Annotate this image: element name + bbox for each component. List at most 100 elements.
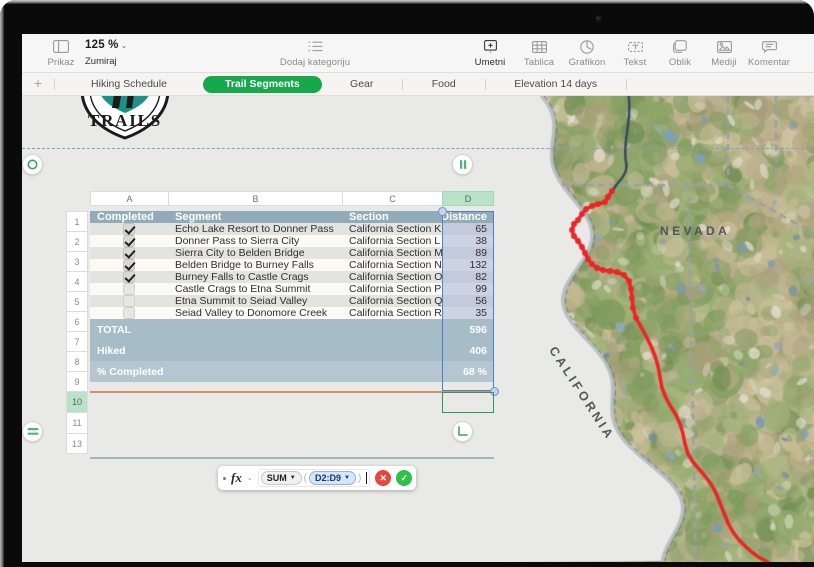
table-row[interactable]: Castle Crags to Etna Summit California S… <box>90 283 494 295</box>
summary-value-percent[interactable]: 68 % <box>442 361 494 382</box>
formula-token-function[interactable]: SUM ▼ <box>260 471 302 485</box>
trails-logo[interactable]: S C TRAILS <box>76 96 174 162</box>
toolbar-chart-button[interactable]: Grafikon <box>560 38 614 68</box>
tab-gear[interactable]: Gear <box>322 76 402 92</box>
table-row[interactable]: Donner Pass to Sierra City California Se… <box>90 235 494 247</box>
toolbar-table-button[interactable]: Tablica <box>512 38 566 68</box>
header-cell-section[interactable]: Section <box>342 211 442 223</box>
column-header-d[interactable]: D <box>442 191 494 206</box>
row-header-3[interactable]: 3 <box>66 251 88 271</box>
formula-cancel-button[interactable]: ✕ <box>375 470 392 486</box>
cell-distance[interactable]: 99 <box>442 283 494 295</box>
checkbox-completed[interactable] <box>123 247 135 259</box>
table-row[interactable]: Seiad Valley to Donomore Creek Californi… <box>90 307 494 319</box>
range-handle-bottom[interactable] <box>490 387 499 396</box>
cell-completed[interactable] <box>90 307 168 319</box>
chevron-down-icon[interactable]: ▼ <box>290 475 296 481</box>
cell-segment[interactable]: Burney Falls to Castle Crags <box>168 271 342 283</box>
chevron-down-icon[interactable]: ⌄ <box>247 474 253 482</box>
row-header-4[interactable]: 4 <box>66 271 88 291</box>
row-header-8[interactable]: 8 <box>66 351 88 371</box>
cell-section[interactable]: California Section L <box>342 235 442 247</box>
cell-completed[interactable] <box>90 259 168 271</box>
tab-hiking-schedule[interactable]: Hiking Schedule <box>55 76 203 92</box>
tab-elevation-14-days[interactable]: Elevation 14 days <box>486 76 626 92</box>
row-header-2[interactable]: 2 <box>66 231 88 251</box>
cell-segment[interactable]: Etna Summit to Seiad Valley <box>168 295 342 307</box>
cell-distance[interactable]: 132 <box>442 259 494 271</box>
header-cell-segment[interactable]: Segment <box>168 211 342 223</box>
summary-value-hiked[interactable]: 406 <box>442 340 494 361</box>
tab-food[interactable]: Food <box>403 76 485 92</box>
checkbox-completed[interactable] <box>123 271 135 283</box>
row-header-1[interactable]: 1 <box>66 211 88 231</box>
table-row[interactable]: Sierra City to Belden Bridge California … <box>90 247 494 259</box>
cell-segment[interactable]: Seiad Valley to Donomore Creek <box>168 307 342 319</box>
cell-completed[interactable] <box>90 235 168 247</box>
range-handle-top[interactable] <box>438 207 447 216</box>
cell-completed[interactable] <box>90 223 168 235</box>
toolbar-comment-button[interactable]: Komentar <box>742 38 796 68</box>
cell-completed[interactable] <box>90 295 168 307</box>
table-row[interactable]: Echo Lake Resort to Donner Pass Californ… <box>90 223 494 235</box>
cell-segment[interactable]: Sierra City to Belden Bridge <box>168 247 342 259</box>
checkbox-completed[interactable] <box>123 295 135 307</box>
cell-section[interactable]: California Section R <box>342 307 442 319</box>
cell-segment[interactable]: Echo Lake Resort to Donner Pass <box>168 223 342 235</box>
formula-editor[interactable]: fx ⌄ SUM ▼ ( D2:D9 ▼ ) ✕ ✓ <box>218 466 417 490</box>
chevron-down-icon[interactable]: ▼ <box>344 475 350 481</box>
cell-completed[interactable] <box>90 283 168 295</box>
row-header-7[interactable]: 7 <box>66 331 88 351</box>
checkbox-completed[interactable] <box>123 259 135 271</box>
row-header-6[interactable]: 6 <box>66 311 88 331</box>
header-cell-completed[interactable]: Completed <box>90 211 168 223</box>
formula-accept-button[interactable]: ✓ <box>396 470 413 486</box>
summary-value-total[interactable]: 596 <box>442 319 494 340</box>
cell-section[interactable]: California Section O <box>342 271 442 283</box>
column-header-b[interactable]: B <box>168 191 342 206</box>
map-image[interactable]: NEVADA CALIFORNIA <box>500 96 814 562</box>
table-row[interactable]: Etna Summit to Seiad Valley California S… <box>90 295 494 307</box>
toolbar-insert-button[interactable]: Umetni <box>463 38 517 68</box>
cell-completed[interactable] <box>90 247 168 259</box>
cell-distance[interactable]: 38 <box>442 235 494 247</box>
table-row[interactable]: Burney Falls to Castle Crags California … <box>90 271 494 283</box>
column-header-c[interactable]: C <box>342 191 442 206</box>
cell-distance[interactable]: 82 <box>442 271 494 283</box>
zoom-control[interactable]: 125 % ⌄ <box>85 39 127 51</box>
checkbox-completed[interactable] <box>123 235 135 247</box>
formula-token-range[interactable]: D2:D9 ▼ <box>309 471 356 485</box>
row-resize-handle[interactable] <box>22 421 43 442</box>
cell-segment[interactable]: Castle Crags to Etna Summit <box>168 283 342 295</box>
formula-input[interactable]: SUM ▼ ( D2:D9 ▼ ) <box>257 469 371 487</box>
row-header-11[interactable]: 11 <box>66 412 88 433</box>
cell-distance[interactable]: 65 <box>442 223 494 235</box>
cell-section[interactable]: California Section M <box>342 247 442 259</box>
cell-section[interactable]: California Section Q <box>342 295 442 307</box>
checkbox-completed[interactable] <box>123 223 135 235</box>
corner-resize-handle[interactable] <box>452 421 473 442</box>
cell-completed[interactable] <box>90 271 168 283</box>
cell-distance[interactable]: 35 <box>442 307 494 319</box>
cell-section[interactable]: California Section P <box>342 283 442 295</box>
summary-row-total[interactable]: TOTAL 596 <box>90 319 494 340</box>
cell-section[interactable]: California Section N <box>342 259 442 271</box>
column-resize-handle[interactable] <box>452 154 473 175</box>
column-header-a[interactable]: A <box>90 191 168 206</box>
table-row[interactable]: Belden Bridge to Burney Falls California… <box>90 259 494 271</box>
summary-row-percent-completed[interactable]: % Completed 68 % <box>90 361 494 382</box>
cell-segment[interactable]: Belden Bridge to Burney Falls <box>168 259 342 271</box>
toolbar-add-category-button[interactable]: Dodaj kategoriju <box>260 38 370 68</box>
row-header-9[interactable]: 9 <box>66 371 88 391</box>
row-header-10[interactable]: 10 <box>66 391 88 412</box>
summary-row-hiked[interactable]: Hiked 406 <box>90 340 494 361</box>
table-corner-handle[interactable] <box>22 154 43 175</box>
checkbox-completed[interactable] <box>123 283 135 295</box>
tab-trail-segments[interactable]: Trail Segments <box>203 75 322 93</box>
add-sheet-button[interactable]: + <box>22 76 54 92</box>
row-header-5[interactable]: 5 <box>66 291 88 311</box>
cell-distance[interactable]: 56 <box>442 295 494 307</box>
header-cell-distance[interactable]: Distance <box>442 211 494 223</box>
cell-segment[interactable]: Donner Pass to Sierra City <box>168 235 342 247</box>
toolbar-view-button[interactable]: Prikaz <box>34 38 88 68</box>
